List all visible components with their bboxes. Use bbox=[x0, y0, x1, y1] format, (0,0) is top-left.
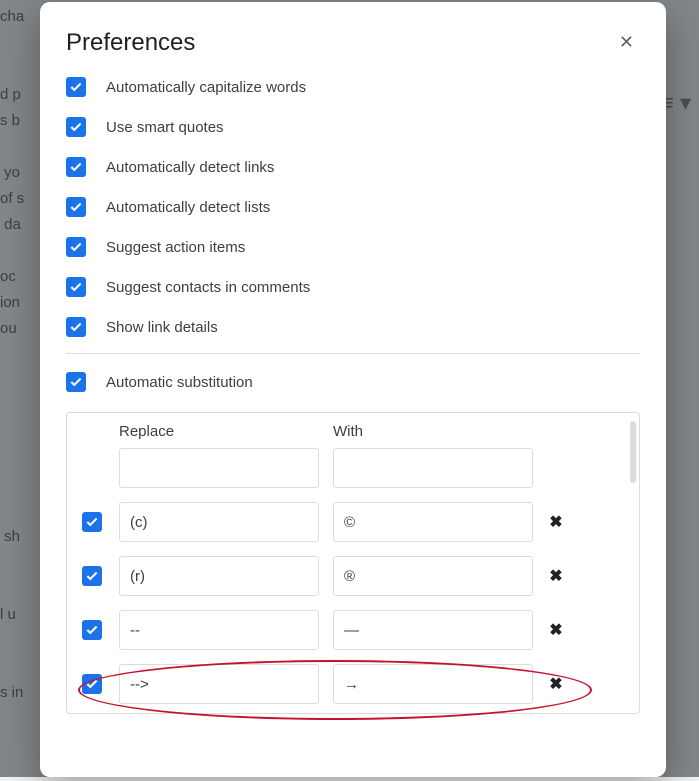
row-enable-checkbox[interactable] bbox=[82, 674, 102, 694]
replace-input[interactable] bbox=[119, 610, 319, 650]
substitution-row: ✖ bbox=[79, 610, 627, 650]
check-icon bbox=[69, 160, 83, 174]
check-icon bbox=[69, 375, 83, 389]
dialog-title: Preferences bbox=[66, 29, 195, 57]
with-input[interactable] bbox=[333, 502, 533, 542]
row-enable-checkbox[interactable] bbox=[82, 512, 102, 532]
close-button[interactable]: ✕ bbox=[613, 26, 640, 59]
suggest-actions-checkbox[interactable] bbox=[66, 237, 86, 257]
auto-cap-checkbox[interactable] bbox=[66, 77, 86, 97]
check-icon bbox=[69, 80, 83, 94]
column-header-replace: Replace bbox=[119, 423, 319, 440]
with-input[interactable] bbox=[333, 556, 533, 596]
check-icon bbox=[85, 515, 99, 529]
row-enable-checkbox[interactable] bbox=[82, 620, 102, 640]
auto-substitution-checkbox[interactable] bbox=[66, 372, 86, 392]
smart-quotes-label: Use smart quotes bbox=[106, 119, 224, 136]
check-icon bbox=[69, 280, 83, 294]
check-icon bbox=[69, 200, 83, 214]
substitution-table: Replace With ✖ ✖ ✖ ✖ bbox=[66, 412, 640, 714]
with-input[interactable] bbox=[333, 664, 533, 704]
column-header-with: With bbox=[333, 423, 533, 440]
detect-lists-checkbox[interactable] bbox=[66, 197, 86, 217]
suggest-contacts-label: Suggest contacts in comments bbox=[106, 279, 310, 296]
check-icon bbox=[69, 240, 83, 254]
preferences-dialog: Preferences ✕ Automatically capitalize w… bbox=[40, 2, 666, 777]
check-icon bbox=[85, 677, 99, 691]
substitution-row: ✖ bbox=[79, 556, 627, 596]
substitution-row bbox=[79, 448, 627, 488]
close-icon: ✕ bbox=[619, 32, 634, 52]
show-link-details-label: Show link details bbox=[106, 319, 218, 336]
show-link-details-checkbox[interactable] bbox=[66, 317, 86, 337]
detect-lists-label: Automatically detect lists bbox=[106, 199, 270, 216]
check-icon bbox=[85, 569, 99, 583]
suggest-contacts-checkbox[interactable] bbox=[66, 277, 86, 297]
check-icon bbox=[69, 120, 83, 134]
auto-cap-label: Automatically capitalize words bbox=[106, 79, 306, 96]
with-input[interactable] bbox=[333, 610, 533, 650]
replace-input[interactable] bbox=[119, 664, 319, 704]
delete-row-button[interactable]: ✖ bbox=[547, 512, 565, 532]
check-icon bbox=[85, 623, 99, 637]
suggest-actions-label: Suggest action items bbox=[106, 239, 245, 256]
auto-substitution-label: Automatic substitution bbox=[106, 374, 253, 391]
replace-input[interactable] bbox=[119, 448, 319, 488]
delete-row-button[interactable]: ✖ bbox=[547, 674, 565, 694]
divider bbox=[66, 353, 640, 354]
detect-links-label: Automatically detect links bbox=[106, 159, 274, 176]
replace-input[interactable] bbox=[119, 502, 319, 542]
scrollbar[interactable] bbox=[630, 421, 636, 483]
substitution-row: ✖ bbox=[79, 664, 627, 704]
delete-row-button[interactable]: ✖ bbox=[547, 566, 565, 586]
with-input[interactable] bbox=[333, 448, 533, 488]
check-icon bbox=[69, 320, 83, 334]
delete-row-button[interactable]: ✖ bbox=[547, 620, 565, 640]
row-enable-checkbox[interactable] bbox=[82, 566, 102, 586]
replace-input[interactable] bbox=[119, 556, 319, 596]
detect-links-checkbox[interactable] bbox=[66, 157, 86, 177]
smart-quotes-checkbox[interactable] bbox=[66, 117, 86, 137]
substitution-row: ✖ bbox=[79, 502, 627, 542]
